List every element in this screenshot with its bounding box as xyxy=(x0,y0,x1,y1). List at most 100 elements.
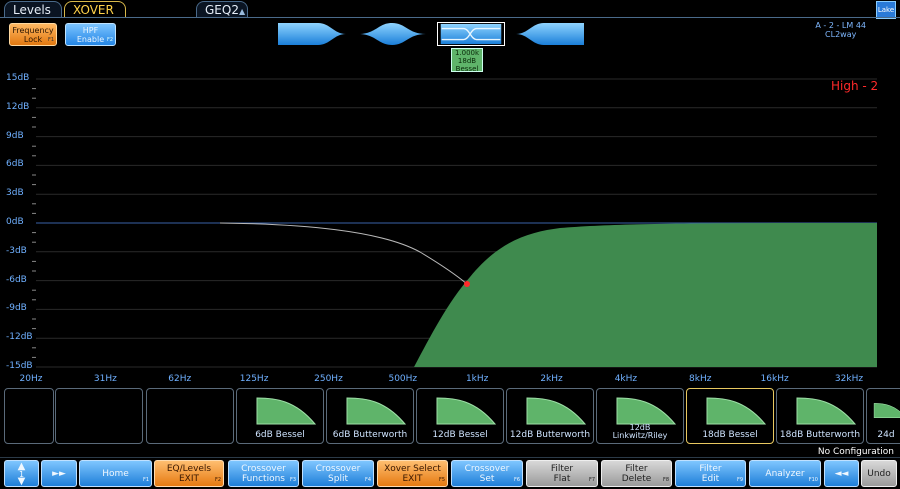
bell-shape-icon xyxy=(358,23,426,45)
filter-fill-area xyxy=(414,223,877,367)
ff-label-1: Filter xyxy=(550,464,574,474)
eq-levels-exit-button[interactable]: EQ/Levels EXIT F2 xyxy=(154,460,224,487)
filter-slope-icon xyxy=(873,394,900,426)
fe-label-2: Edit xyxy=(701,474,720,484)
cset-label-1: Crossover xyxy=(464,464,510,474)
crossover-split-button[interactable]: Crossover Split F4 xyxy=(302,460,374,487)
x-tick-label: 125Hz xyxy=(239,374,269,384)
highshelf-shape-button[interactable] xyxy=(516,22,584,46)
cset-label-2: Set xyxy=(479,474,495,484)
fe-fkey: F9 xyxy=(736,477,743,483)
filter-freq: 1.000k xyxy=(454,49,480,57)
filter-slope: 18dB xyxy=(457,57,477,65)
crossover-marker[interactable] xyxy=(464,281,470,287)
minor-ticks xyxy=(32,88,36,358)
filter-type-card[interactable]: 18dB Butterworth xyxy=(776,388,864,444)
tab-levels[interactable]: Levels xyxy=(4,1,62,18)
crossover-functions-button[interactable]: Crossover Functions F3 xyxy=(228,460,299,487)
xs-label-2: EXIT xyxy=(402,474,423,484)
bell-shape-button[interactable] xyxy=(358,22,426,46)
x-tick-label: 31Hz xyxy=(93,374,117,384)
filter-type-label: 18dB Bessel xyxy=(702,430,758,440)
cset-fkey: F6 xyxy=(513,477,520,483)
filter-type-card[interactable] xyxy=(55,388,143,444)
fast-forward-button[interactable]: ►► xyxy=(41,460,77,487)
x-tick-label: 500Hz xyxy=(388,374,418,384)
filter-type-card[interactable]: 6dB Bessel xyxy=(236,388,324,444)
filter-edit-button[interactable]: Filter Edit F9 xyxy=(675,460,746,487)
undo-button[interactable]: Undo xyxy=(861,460,897,487)
filter-type-card[interactable] xyxy=(4,388,54,444)
y-tick-label: 0dB xyxy=(6,217,24,227)
y-tick-label: 3dB xyxy=(6,188,24,199)
fd-label-2: Delete xyxy=(621,474,652,484)
filter-flat-button[interactable]: Filter Flat F7 xyxy=(526,460,598,487)
ff-label-2: Flat xyxy=(553,474,571,484)
analyzer-label: Analyzer xyxy=(765,469,805,479)
filter-type-card[interactable]: 6dB Butterworth xyxy=(326,388,414,444)
eq-levels-label-2: EXIT xyxy=(178,474,199,484)
y-tick-label: 12dB xyxy=(6,101,30,112)
x-tick-label: 16kHz xyxy=(760,374,789,384)
x-tick-label: 4kHz xyxy=(614,374,638,384)
rewind-button[interactable]: ◄◄ xyxy=(824,460,859,487)
x-tick-label: 8kHz xyxy=(689,374,712,384)
module-info-line1: A - 2 - LM 44 xyxy=(815,21,866,30)
y-tick-label: -3dB xyxy=(6,245,27,256)
frequency-lock-button[interactable]: Frequency Lock F1 xyxy=(9,23,57,46)
y-tick-label: -9dB xyxy=(6,303,27,314)
down-arrow-icon: ▼ xyxy=(17,476,26,487)
filter-type-label: 6dB Bessel xyxy=(255,430,305,440)
filter-delete-button[interactable]: Filter Delete F8 xyxy=(601,460,672,487)
tab-xover[interactable]: XOVER xyxy=(64,1,126,18)
y-tick-label: -12dB xyxy=(6,332,33,343)
filter-info-badge: 1.000k 18dB Bessel xyxy=(451,48,483,73)
lowshelf-shape-button[interactable] xyxy=(278,22,346,46)
eq-levels-label-1: EQ/Levels xyxy=(166,464,212,474)
highshelf-shape-icon xyxy=(516,23,584,45)
crossover-shape-button[interactable] xyxy=(437,22,505,46)
eq-levels-fkey: F2 xyxy=(214,477,221,483)
filter-type-label: 18dB Butterworth xyxy=(779,430,861,440)
hpf-enable-label-1: HPF xyxy=(82,26,99,35)
y-tick-label: -6dB xyxy=(6,274,27,285)
hpf-enable-button[interactable]: HPF Enable F2 xyxy=(65,23,116,46)
filter-type-card[interactable]: 12dB Butterworth xyxy=(506,388,594,444)
filter-type-label: 24d xyxy=(877,430,895,440)
filter-type-card[interactable]: 18dB Bessel xyxy=(686,388,774,444)
filter-type-card[interactable]: 12dB Bessel xyxy=(416,388,504,444)
analyzer-fkey: F10 xyxy=(808,477,818,483)
tab-geq2[interactable]: GEQ2▲ xyxy=(196,1,248,18)
xover-select-exit-button[interactable]: Xover Select EXIT F5 xyxy=(377,460,448,487)
x-tick-label: 20Hz xyxy=(19,374,43,384)
crossover-curve xyxy=(219,222,468,285)
x-tick-label: 62Hz xyxy=(168,374,192,384)
cf-label-1: Crossover xyxy=(241,464,286,474)
home-fkey: F1 xyxy=(142,477,149,483)
hpf-enable-fkey: F2 xyxy=(106,37,113,43)
filter-type-card[interactable]: 12dB Linkwitz/Riley xyxy=(596,388,684,444)
y-tick-label: -15dB xyxy=(6,361,33,371)
xs-fkey: F5 xyxy=(438,477,445,483)
home-label: Home xyxy=(102,469,129,479)
cf-label-2: Functions xyxy=(242,474,285,484)
channel-stepper-button[interactable]: ▲ 1 ▼ xyxy=(4,460,39,487)
fe-label-1: Filter xyxy=(699,464,722,474)
filter-type-label: 12dB Butterworth xyxy=(509,430,591,440)
response-plot[interactable] xyxy=(0,72,900,382)
undo-label: Undo xyxy=(867,469,891,479)
ff-fkey: F7 xyxy=(588,477,595,483)
fd-label-1: Filter xyxy=(625,464,648,474)
filter-type-card[interactable] xyxy=(146,388,234,444)
frequency-response-graph[interactable]: 15dB 12dB 9dB 6dB 3dB 0dB -3dB -6dB -9dB -12dB -15… xyxy=(0,72,900,384)
filter-slope-icon xyxy=(345,394,407,426)
analyzer-button[interactable]: Analyzer F10 xyxy=(749,460,821,487)
tab-bar: Levels XOVER GEQ2▲ Lake xyxy=(0,0,900,19)
home-button[interactable]: Home F1 xyxy=(79,460,152,487)
status-text: No Configuration xyxy=(817,447,894,457)
y-tick-label: 15dB xyxy=(6,73,30,83)
filter-type-card[interactable]: 24d xyxy=(866,388,900,444)
filter-slope-icon xyxy=(525,394,587,426)
filter-slope-icon xyxy=(255,394,317,426)
crossover-set-button[interactable]: Crossover Set F6 xyxy=(451,460,523,487)
